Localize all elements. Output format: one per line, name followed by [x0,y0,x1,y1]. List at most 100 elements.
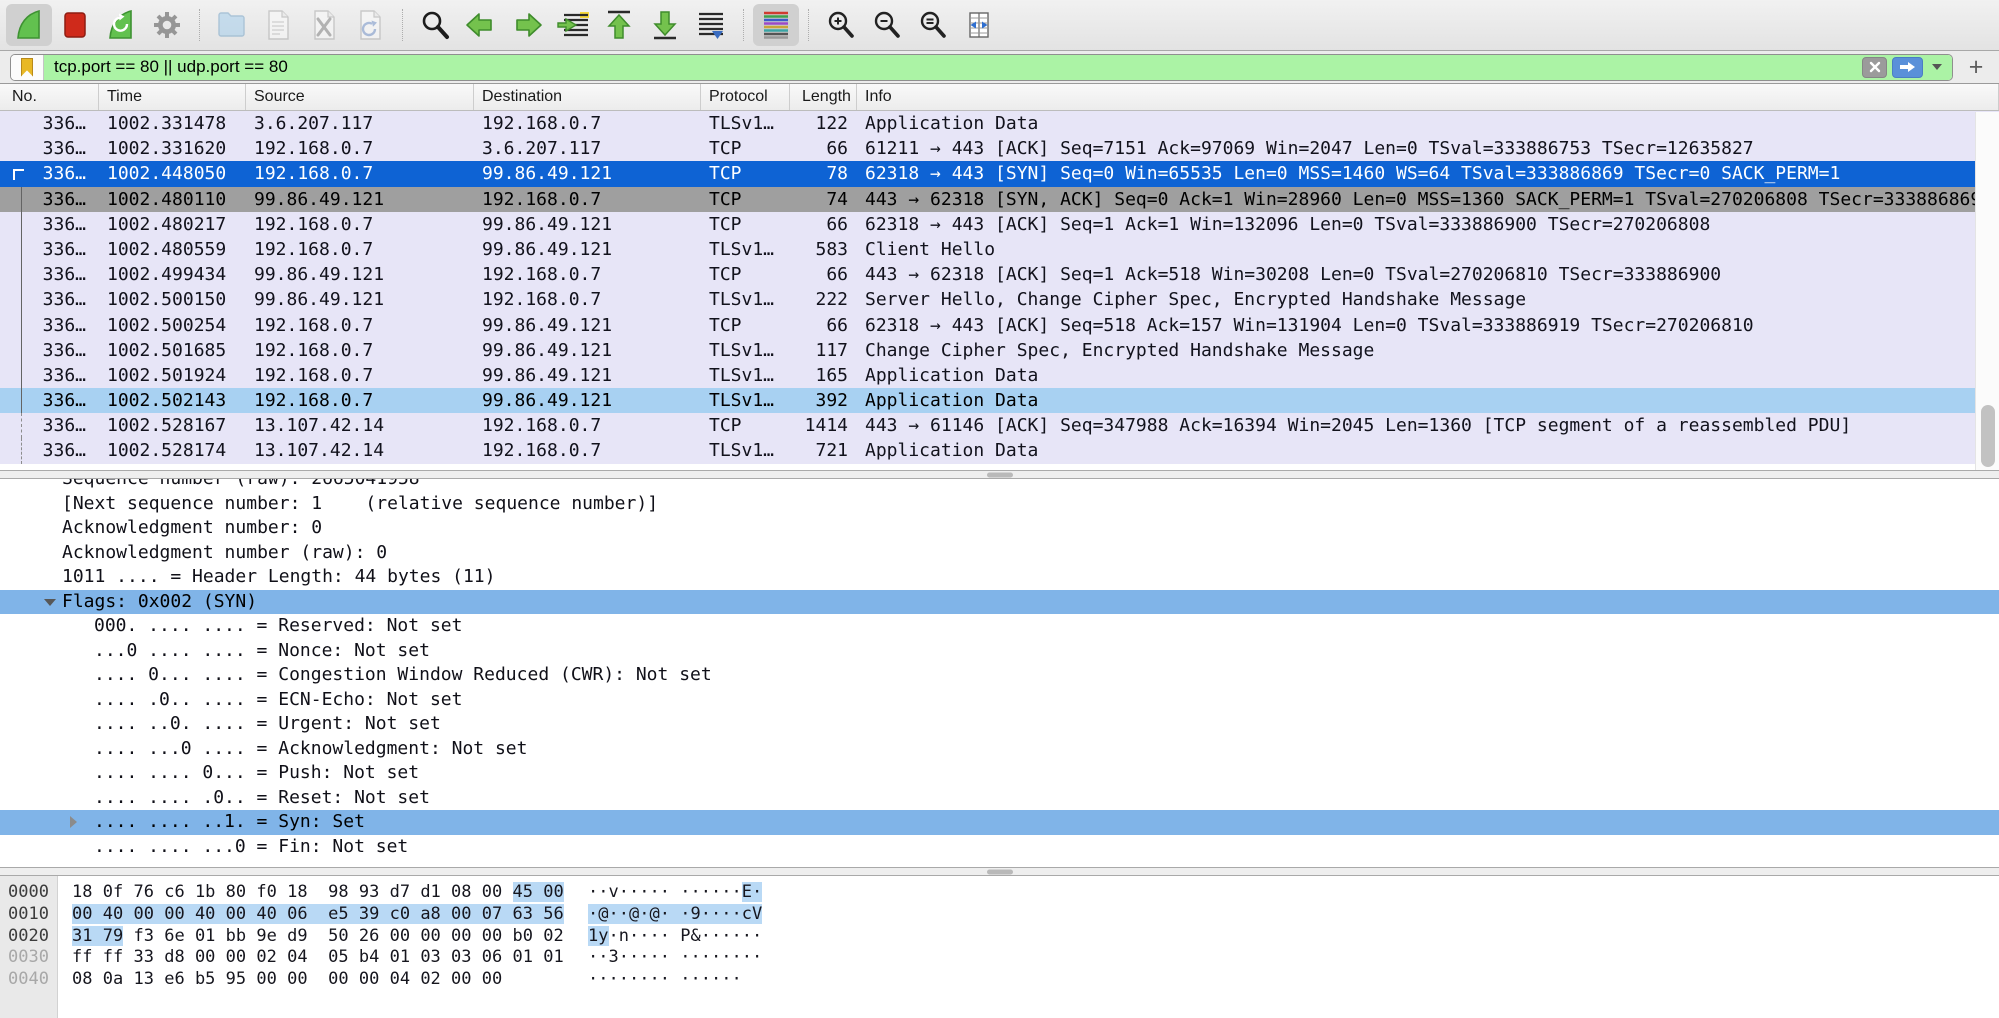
go-back-icon[interactable] [458,4,504,46]
go-to-packet-icon[interactable] [550,4,596,46]
packet-row[interactable]: 336…1002.331620192.168.0.73.6.207.117TCP… [0,136,1999,161]
close-file-icon[interactable] [301,4,347,46]
list-details-splitter[interactable] [0,470,1999,479]
cell-len: 74 [790,187,857,212]
find-packet-icon[interactable] [412,4,458,46]
hex-row[interactable]: 001000 40 00 00 40 00 40 06 e5 39 c0 a8 … [0,904,1999,926]
detail-text: .... ..0. .... = Urgent: Not set [94,712,441,737]
packet-row[interactable]: 336…1002.50015099.86.49.121192.168.0.7TL… [0,287,1999,312]
resize-columns-icon[interactable] [956,4,1002,46]
cell-len: 66 [790,262,857,287]
hex-row[interactable]: 002031 79 f3 6e 01 bb 9e d9 50 26 00 00 … [0,926,1999,948]
start-capture-icon[interactable] [6,4,52,46]
hex-bytes: 31 79 f3 6e 01 bb 9e d9 50 26 00 00 00 0… [72,926,564,948]
cell-time: 1002.331478 [99,111,246,136]
cell-info: 61211 → 443 [ACK] Seq=7151 Ack=97069 Win… [857,136,1754,161]
detail-row[interactable]: .... .0.. .... = ECN-Echo: Not set [0,688,1999,713]
packet-row[interactable]: 336…1002.3314783.6.207.117192.168.0.7TLS… [0,111,1999,136]
detail-row[interactable]: Acknowledgment number (raw): 0 [0,541,1999,566]
column-header-src[interactable]: Source [246,84,474,110]
detail-row[interactable]: .... .... .0.. = Reset: Not set [0,786,1999,811]
detail-row[interactable]: .... ..0. .... = Urgent: Not set [0,712,1999,737]
packet-row[interactable]: 336…1002.52816713.107.42.14192.168.0.7TC… [0,413,1999,438]
details-bytes-splitter[interactable] [0,867,1999,876]
packet-row[interactable]: 336…1002.501685192.168.0.799.86.49.121TL… [0,338,1999,363]
cell-src: 192.168.0.7 [246,363,474,388]
splitter-grip[interactable] [987,869,1013,874]
packet-row[interactable]: 336…1002.480217192.168.0.799.86.49.121TC… [0,212,1999,237]
cell-src: 13.107.42.14 [246,438,474,463]
open-file-icon[interactable] [209,4,255,46]
column-header-no[interactable]: No. [0,84,99,110]
auto-scroll-icon[interactable] [688,4,734,46]
expanded-arrow-icon[interactable] [44,599,56,606]
clear-filter-button[interactable] [1862,57,1887,78]
column-header-proto[interactable]: Protocol [701,84,790,110]
capture-options-icon[interactable] [144,4,190,46]
column-header-dst[interactable]: Destination [474,84,701,110]
column-header-len[interactable]: Length [790,84,857,110]
collapsed-arrow-icon[interactable] [70,816,77,828]
detail-row[interactable]: [Next sequence number: 1 (relative seque… [0,492,1999,517]
reload-file-icon[interactable] [347,4,393,46]
detail-row[interactable]: .... .... ...0 = Fin: Not set [0,835,1999,860]
go-forward-icon[interactable] [504,4,550,46]
cell-proto: TCP [701,187,790,212]
packet-list-scrollbar[interactable] [1975,112,1999,470]
zoom-reset-icon[interactable] [910,4,956,46]
filter-bar: + [0,51,1999,84]
cell-info: Application Data [857,388,1038,413]
detail-row[interactable]: .... 0... .... = Congestion Window Reduc… [0,663,1999,688]
add-filter-button[interactable]: + [1963,54,1989,80]
detail-row[interactable]: ...0 .... .... = Nonce: Not set [0,639,1999,664]
packet-row[interactable]: 336…1002.480559192.168.0.799.86.49.121TL… [0,237,1999,262]
packet-row[interactable]: 336…1002.501924192.168.0.799.86.49.121TL… [0,363,1999,388]
packet-row[interactable]: 336…1002.502143192.168.0.799.86.49.121TL… [0,388,1999,413]
packet-row[interactable]: 336…1002.500254192.168.0.799.86.49.121TC… [0,313,1999,338]
detail-text: Flags: 0x002 (SYN) [62,590,257,615]
detail-row[interactable]: .... .... ..1. = Syn: Set [0,810,1999,835]
detail-row[interactable]: .... ...0 .... = Acknowledgment: Not set [0,737,1999,762]
restart-capture-icon[interactable] [98,4,144,46]
go-to-first-icon[interactable] [596,4,642,46]
column-header-time[interactable]: Time [99,84,246,110]
hex-row[interactable]: 004008 0a 13 e6 b5 95 00 00 00 00 04 02 … [0,969,1999,991]
cell-dst: 192.168.0.7 [474,438,701,463]
hex-row[interactable]: 000018 0f 76 c6 1b 80 f0 18 98 93 d7 d1 … [0,882,1999,904]
splitter-grip[interactable] [987,472,1013,477]
zoom-in-icon[interactable] [818,4,864,46]
go-to-last-icon[interactable] [642,4,688,46]
packet-row[interactable]: 336…1002.52817413.107.42.14192.168.0.7TL… [0,438,1999,463]
cell-src: 192.168.0.7 [246,136,474,161]
display-filter-field[interactable] [10,54,1953,81]
apply-filter-button[interactable] [1892,57,1923,78]
detail-row[interactable]: Flags: 0x002 (SYN) [0,590,1999,615]
detail-row[interactable]: Acknowledgment number: 0 [0,516,1999,541]
packet-row[interactable]: 336…1002.49943499.86.49.121192.168.0.7TC… [0,262,1999,287]
display-filter-input[interactable] [44,57,1862,77]
cell-src: 99.86.49.121 [246,262,474,287]
zoom-out-icon[interactable] [864,4,910,46]
detail-row[interactable]: 000. .... .... = Reserved: Not set [0,614,1999,639]
cell-src: 192.168.0.7 [246,313,474,338]
hex-ascii: ········ ······ [588,969,742,991]
filter-dropdown-button chevron-down-icon[interactable] [1932,64,1942,70]
hex-row[interactable]: 0030ff ff 33 d8 00 00 02 04 05 b4 01 03 … [0,947,1999,969]
packet-list-rows: 336…1002.3314783.6.207.117192.168.0.7TLS… [0,111,1999,464]
cell-len: 1414 [790,413,857,438]
cell-src: 13.107.42.14 [246,413,474,438]
colorize-icon[interactable] [753,4,799,46]
detail-row[interactable]: Sequence number (raw): 2665041958 [0,479,1999,492]
detail-row[interactable]: 1011 .... = Header Length: 44 bytes (11) [0,565,1999,590]
detail-row[interactable]: .... .... 0... = Push: Not set [0,761,1999,786]
cell-no: 336… [0,212,99,237]
save-file-icon[interactable] [255,4,301,46]
packet-row[interactable]: 336…1002.48011099.86.49.121192.168.0.7TC… [0,187,1999,212]
scrollbar-thumb[interactable] [1981,405,1995,467]
stop-capture-icon[interactable] [52,4,98,46]
filter-bookmark-button[interactable] [11,55,44,80]
cell-time: 1002.448050 [99,161,246,186]
column-header-info[interactable]: Info [857,84,1999,110]
cell-len: 122 [790,111,857,136]
packet-row[interactable]: 336…1002.448050192.168.0.799.86.49.121TC… [0,161,1999,186]
